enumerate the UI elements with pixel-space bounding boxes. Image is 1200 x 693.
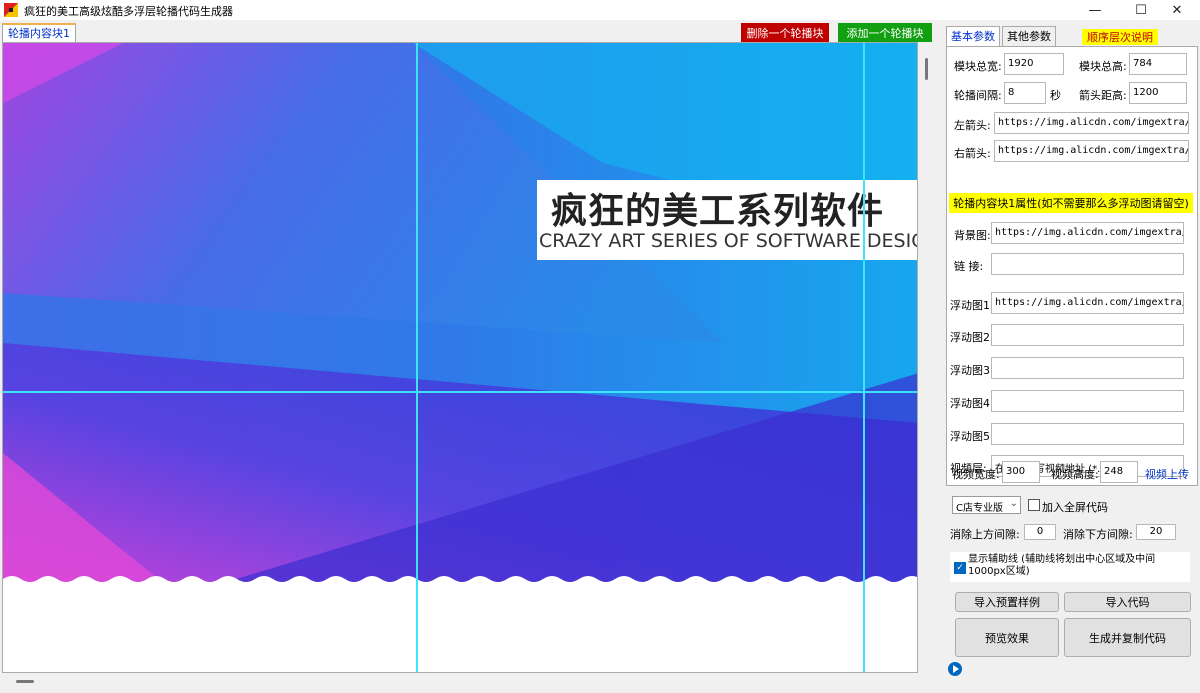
chevron-down-icon: ⌄ <box>1009 498 1018 509</box>
preview-canvas: 疯狂的美工系列软件 CRAZY ART SERIES OF SOFTWARE D… <box>2 42 918 673</box>
store-type-select[interactable]: C店专业版 ⌄ <box>952 496 1021 514</box>
arrow-height-input[interactable]: 1200 <box>1129 82 1187 104</box>
interval-input[interactable]: 8 <box>1004 82 1046 104</box>
guides-label: 显示辅助线 (辅助线将划出中心区域及中间1000px区域) <box>968 554 1156 577</box>
arrow-height-label: 箭头距高: <box>1079 89 1127 102</box>
video-width-input[interactable]: 300 <box>1002 461 1040 483</box>
left-arrow-input[interactable]: https://img.alicdn.com/imgextra/i1/4 <box>994 112 1189 134</box>
float-image-1-label: 浮动图1 <box>950 299 990 312</box>
float-image-5-input[interactable] <box>991 423 1184 445</box>
total-height-input[interactable]: 784 <box>1129 53 1187 75</box>
float-image-3-input[interactable] <box>991 357 1184 379</box>
preview-button[interactable]: 预览效果 <box>955 618 1059 657</box>
tab-basic-params[interactable]: 基本参数 <box>946 26 1000 47</box>
delete-block-button[interactable]: 删除一个轮播块 <box>741 23 829 42</box>
title-bar: 疯狂的美工高级炫酷多浮层轮播代码生成器 — ☐ ✕ <box>0 0 1200 20</box>
guides-option: ✓ 显示辅助线 (辅助线将划出中心区域及中间1000px区域) <box>950 552 1190 582</box>
video-upload-link[interactable]: 视频上传 <box>1145 466 1189 482</box>
guide-line-horizontal <box>3 391 917 393</box>
tab-block-1[interactable]: 轮播内容块1 <box>2 23 76 43</box>
import-code-button[interactable]: 导入代码 <box>1064 592 1191 612</box>
tab-other-params[interactable]: 其他参数 <box>1002 26 1056 46</box>
horizontal-scroll-thumb[interactable] <box>16 680 34 683</box>
editor-panel: 轮播内容块1 删除一个轮播块 添加一个轮播块 疯狂的美工系列软件 CRAZY A… <box>0 20 940 693</box>
banner-background <box>3 43 917 583</box>
guide-line-right <box>863 43 865 672</box>
top-gap-label: 消除上方间隙: <box>950 528 1020 541</box>
generate-copy-button[interactable]: 生成并复制代码 <box>1064 618 1191 657</box>
bottom-gap-input[interactable]: 20 <box>1136 524 1176 540</box>
video-height-label: 视频高度: <box>1051 468 1099 481</box>
play-icon[interactable] <box>948 662 962 676</box>
background-image-label: 背景图: <box>954 229 991 242</box>
float-image-2-label: 浮动图2 <box>950 331 990 344</box>
right-arrow-label: 右箭头: <box>954 147 991 160</box>
fullscreen-label: 加入全屏代码 <box>1042 501 1108 514</box>
bottom-gap-label: 消除下方间隙: <box>1063 528 1133 541</box>
guide-line-left <box>416 43 418 672</box>
total-width-label: 模块总宽: <box>954 60 1002 73</box>
vertical-scroll-thumb[interactable] <box>925 58 928 80</box>
banner-title-cn: 疯狂的美工系列软件 <box>551 191 885 232</box>
float-image-2-input[interactable] <box>991 324 1184 346</box>
store-type-value: C店专业版 <box>956 503 1003 514</box>
block-properties-heading: 轮播内容块1属性(如不需要那么多浮动图请留空) <box>949 193 1193 213</box>
banner-title-box: 疯狂的美工系列软件 CRAZY ART SERIES OF SOFTWARE D… <box>537 180 918 260</box>
total-width-input[interactable]: 1920 <box>1004 53 1064 75</box>
import-sample-button[interactable]: 导入预置样例 <box>955 592 1059 612</box>
left-arrow-label: 左箭头: <box>954 119 991 132</box>
total-height-label: 模块总高: <box>1079 60 1127 73</box>
link-input[interactable] <box>991 253 1184 275</box>
settings-panel: 基本参数 其他参数 顺序层次说明 模块总宽: 1920 模块总高: 784 轮播… <box>940 20 1200 693</box>
float-image-1-input[interactable]: https://img.alicdn.com/imgextra/i4/4 <box>991 292 1184 314</box>
order-help-link[interactable]: 顺序层次说明 <box>1082 29 1158 45</box>
right-arrow-input[interactable]: https://img.alicdn.com/imgextra/i2/4 <box>994 140 1189 162</box>
background-image-input[interactable]: https://img.alicdn.com/imgextra/i4/4 <box>991 222 1184 244</box>
basic-params-page: 模块总宽: 1920 模块总高: 784 轮播间隔: 8 秒 箭头距高: 120… <box>946 46 1198 486</box>
guides-checkbox[interactable]: ✓ <box>954 562 966 574</box>
float-image-4-input[interactable] <box>991 390 1184 412</box>
video-width-label: 视频宽度: <box>952 468 1000 481</box>
horizontal-scrollbar[interactable] <box>2 673 918 691</box>
minimize-button[interactable]: — <box>1072 0 1118 20</box>
video-height-input[interactable]: 248 <box>1100 461 1138 483</box>
interval-unit: 秒 <box>1050 89 1061 102</box>
float-image-3-label: 浮动图3 <box>950 364 990 377</box>
link-label: 链 接: <box>954 260 984 273</box>
float-image-5-label: 浮动图5 <box>950 430 990 443</box>
top-gap-input[interactable]: 0 <box>1024 524 1056 540</box>
vertical-scrollbar[interactable] <box>918 42 936 673</box>
window-title: 疯狂的美工高级炫酷多浮层轮播代码生成器 <box>24 5 233 18</box>
fullscreen-checkbox[interactable] <box>1028 499 1040 511</box>
float-image-4-label: 浮动图4 <box>950 397 990 410</box>
close-button[interactable]: ✕ <box>1154 0 1200 20</box>
add-block-button[interactable]: 添加一个轮播块 <box>838 23 932 42</box>
app-icon <box>4 3 18 17</box>
interval-label: 轮播间隔: <box>954 89 1002 102</box>
banner-title-en: CRAZY ART SERIES OF SOFTWARE DESIGN <box>539 230 918 252</box>
